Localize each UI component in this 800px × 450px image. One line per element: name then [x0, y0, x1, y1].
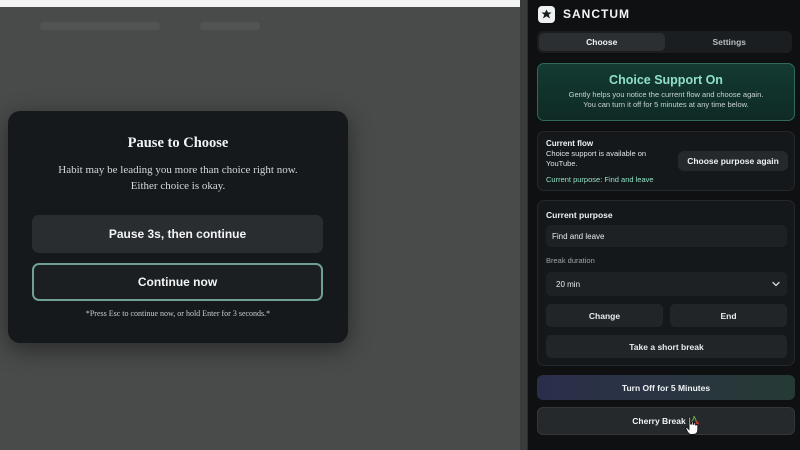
- turn-off-5-minutes-button[interactable]: Turn Off for 5 Minutes: [537, 375, 795, 400]
- pause-modal: Pause to Choose Habit may be leading you…: [8, 111, 348, 343]
- current-purpose-title: Current purpose: [546, 210, 613, 220]
- purpose-input[interactable]: Find and leave: [546, 225, 787, 247]
- change-button[interactable]: Change: [546, 304, 663, 327]
- browser-top-bar: [0, 0, 520, 7]
- current-flow-title: Current flow: [546, 139, 594, 148]
- panel-divider: [520, 0, 527, 450]
- tab-bar: Choose Settings: [537, 31, 792, 53]
- hand-cursor-icon: [685, 416, 699, 435]
- current-flow-status: Choice support is available on YouTube.: [546, 149, 647, 168]
- break-duration-label: Break duration: [546, 256, 595, 265]
- take-short-break-button[interactable]: Take a short break: [546, 335, 787, 358]
- brand: SANCTUM: [538, 5, 630, 23]
- blurred-content: [200, 22, 260, 30]
- modal-message-line: Habit may be leading you more than choic…: [58, 164, 298, 176]
- cherry-break-button[interactable]: Cherry Break: [537, 407, 795, 435]
- choose-purpose-again-button[interactable]: Choose purpose again: [678, 151, 788, 171]
- brand-logo-icon: [538, 5, 555, 23]
- current-flow-purpose: Current purpose: Find and leave: [546, 175, 654, 184]
- tab-choose[interactable]: Choose: [539, 33, 665, 51]
- brand-name: SANCTUM: [563, 7, 630, 21]
- choice-support-banner: Choice Support On Gently helps you notic…: [537, 63, 795, 121]
- chevron-down-icon: [772, 281, 780, 287]
- support-description: Gently helps you notice the current flow…: [538, 90, 794, 110]
- modal-message-line: Either choice is okay.: [130, 180, 226, 192]
- blurred-content: [40, 22, 160, 30]
- current-purpose-card: Current purpose Find and leave Break dur…: [537, 200, 795, 366]
- break-duration-value: 20 min: [556, 279, 581, 289]
- support-description-line: Gently helps you notice the current flow…: [568, 90, 764, 99]
- current-flow-card: Current flow Choice support is available…: [537, 131, 795, 191]
- tab-settings[interactable]: Settings: [667, 31, 793, 53]
- sanctum-sidebar: SANCTUM Choose Settings Choice Support O…: [527, 0, 800, 450]
- pause-then-continue-button[interactable]: Pause 3s, then continue: [32, 215, 323, 253]
- modal-message: Habit may be leading you more than choic…: [8, 162, 348, 194]
- continue-now-button[interactable]: Continue now: [32, 263, 323, 301]
- page-background: Pause to Choose Habit may be leading you…: [0, 0, 520, 450]
- support-description-line: You can turn it off for 5 minutes at any…: [583, 100, 749, 109]
- modal-title: Pause to Choose: [127, 135, 229, 151]
- cherry-break-label: Cherry Break: [632, 416, 686, 426]
- support-title: Choice Support On: [609, 73, 723, 87]
- break-duration-select[interactable]: 20 min: [546, 272, 787, 296]
- keyboard-hint: *Press Esc to continue now, or hold Ente…: [85, 309, 271, 318]
- end-button[interactable]: End: [670, 304, 787, 327]
